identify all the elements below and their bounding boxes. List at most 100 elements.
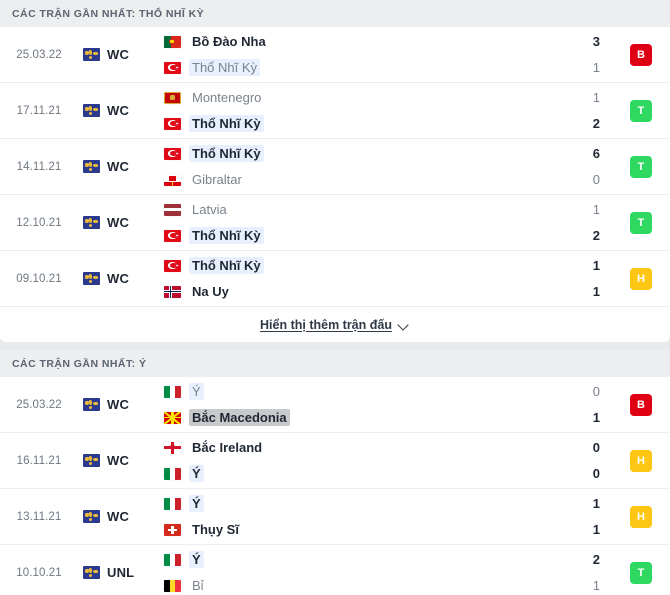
flag-italy-icon	[164, 467, 181, 480]
match-row[interactable]: 10.10.21 UNL Ý Bỉ 2 1 T	[0, 545, 670, 595]
result-badge: T	[630, 99, 652, 122]
match-row[interactable]: 12.10.21 WC Latvia Thổ Nhĩ Kỳ 1 2 T	[0, 195, 670, 251]
competition-cell[interactable]: UNL	[78, 545, 156, 595]
team-line-away[interactable]: Thụy Sĩ	[164, 521, 442, 538]
recent-matches-page: CÁC TRẬN GẦN NHẤT: THỔ NHĨ KỲ 25.03.22 WC B…	[0, 0, 670, 595]
recent-matches-section: CÁC TRẬN GẦN NHẤT: THỔ NHĨ KỲ 25.03.22 WC B…	[0, 0, 670, 342]
team-name[interactable]: Thổ Nhĩ Kỳ	[189, 257, 264, 274]
scores-cell: 11	[442, 251, 612, 306]
team-line-away[interactable]: Bỉ	[164, 577, 442, 594]
teams-cell: Ý Bỉ	[156, 545, 442, 595]
score-away: 2	[592, 116, 600, 131]
team-name[interactable]: Thổ Nhĩ Kỳ	[189, 227, 264, 244]
flag-turkey-icon	[164, 259, 181, 272]
team-line-away[interactable]: Thổ Nhĩ Kỳ	[164, 59, 442, 76]
team-name[interactable]: Ý	[189, 495, 204, 512]
match-date: 16.11.21	[16, 454, 62, 467]
team-name[interactable]: Bắc Ireland	[189, 439, 265, 456]
score-away: 1	[592, 522, 600, 537]
team-name[interactable]: Montenegro	[189, 89, 264, 106]
match-row[interactable]: 17.11.21 WC Montenegro Thổ Nhĩ Kỳ 1 2 T	[0, 83, 670, 139]
competition-label: WC	[107, 159, 130, 174]
match-row[interactable]: 14.11.21 WC Thổ Nhĩ Kỳ Gibraltar 6 0 T	[0, 139, 670, 195]
team-name[interactable]: Thụy Sĩ	[189, 521, 242, 538]
flag-italy-icon	[164, 553, 181, 566]
flag-portugal-icon	[164, 35, 181, 48]
chevron-down-icon[interactable]	[399, 321, 410, 328]
score-away: 0	[592, 172, 600, 187]
competition-cell[interactable]: WC	[78, 27, 156, 82]
match-date: 10.10.21	[16, 566, 62, 579]
competition-label: WC	[107, 215, 130, 230]
team-line-home[interactable]: Thổ Nhĩ Kỳ	[164, 257, 442, 274]
competition-label: WC	[107, 47, 130, 62]
team-name[interactable]: Bồ Đào Nha	[189, 33, 269, 50]
team-line-home[interactable]: Ý	[164, 383, 442, 400]
team-line-away[interactable]: Bắc Macedonia	[164, 409, 442, 426]
team-line-home[interactable]: Bồ Đào Nha	[164, 33, 442, 50]
competition-cell[interactable]: WC	[78, 139, 156, 194]
competition-cell[interactable]: WC	[78, 251, 156, 306]
result-badge: H	[630, 505, 652, 528]
match-date: 13.11.21	[16, 510, 62, 523]
flag-turkey-icon	[164, 61, 181, 74]
section-header: CÁC TRẬN GẦN NHẤT: Ý	[0, 350, 670, 377]
recent-matches-section: CÁC TRẬN GẦN NHẤT: Ý 25.03.22 WC Ý Bắc Maced…	[0, 350, 670, 595]
teams-cell: Montenegro Thổ Nhĩ Kỳ	[156, 83, 442, 138]
world-cup-icon	[83, 104, 100, 117]
match-row[interactable]: 16.11.21 WC Bắc Ireland Ý 0 0 H	[0, 433, 670, 489]
match-row[interactable]: 25.03.22 WC Bồ Đào Nha Thổ Nhĩ Kỳ 3 1 B	[0, 27, 670, 83]
team-name[interactable]: Thổ Nhĩ Kỳ	[189, 59, 261, 76]
team-line-away[interactable]: Thổ Nhĩ Kỳ	[164, 227, 442, 244]
match-row[interactable]: 09.10.21 WC Thổ Nhĩ Kỳ Na Uy 1 1 H	[0, 251, 670, 307]
competition-cell[interactable]: WC	[78, 489, 156, 544]
show-more-matches-button[interactable]: Hiển thị thêm trận đấu	[0, 307, 670, 342]
team-name[interactable]: Thổ Nhĩ Kỳ	[189, 145, 264, 162]
scores-cell: 12	[442, 83, 612, 138]
team-name[interactable]: Na Uy	[189, 283, 232, 300]
match-row[interactable]: 13.11.21 WC Ý Thụy Sĩ 1 1 H	[0, 489, 670, 545]
competition-cell[interactable]: WC	[78, 195, 156, 250]
team-line-home[interactable]: Thổ Nhĩ Kỳ	[164, 145, 442, 162]
team-line-home[interactable]: Bắc Ireland	[164, 439, 442, 456]
result-cell: T	[612, 83, 670, 138]
score-away: 1	[592, 284, 600, 299]
match-date: 25.03.22	[16, 398, 62, 411]
match-date: 09.10.21	[16, 272, 62, 285]
team-line-home[interactable]: Montenegro	[164, 89, 442, 106]
competition-label: UNL	[107, 565, 135, 580]
team-name[interactable]: Bắc Macedonia	[189, 409, 290, 426]
competition-cell[interactable]: WC	[78, 377, 156, 432]
flag-latvia-icon	[164, 203, 181, 216]
result-cell: H	[612, 433, 670, 488]
flag-italy-icon	[164, 497, 181, 510]
team-line-home[interactable]: Latvia	[164, 201, 442, 218]
flag-switzerland-icon	[164, 523, 181, 536]
score-away: 0	[592, 466, 600, 481]
scores-cell: 21	[442, 545, 612, 595]
competition-cell[interactable]: WC	[78, 83, 156, 138]
section-title: CÁC TRẬN GẦN NHẤT: THỔ NHĨ KỲ	[12, 7, 205, 20]
result-cell: B	[612, 377, 670, 432]
competition-cell[interactable]: WC	[78, 433, 156, 488]
score-home: 1	[592, 258, 600, 273]
team-name[interactable]: Latvia	[189, 201, 230, 218]
team-name[interactable]: Bỉ	[189, 577, 207, 594]
team-name[interactable]: Gibraltar	[189, 171, 245, 188]
team-name[interactable]: Ý	[189, 383, 204, 400]
team-line-away[interactable]: Ý	[164, 465, 442, 482]
team-line-away[interactable]: Gibraltar	[164, 171, 442, 188]
team-line-home[interactable]: Ý	[164, 551, 442, 568]
show-more-label[interactable]: Hiển thị thêm trận đấu	[260, 318, 392, 332]
flag-north-macedonia-icon	[164, 411, 181, 424]
team-line-home[interactable]: Ý	[164, 495, 442, 512]
team-name[interactable]: Ý	[189, 551, 204, 568]
flag-montenegro-icon	[164, 91, 181, 104]
score-home: 0	[592, 440, 600, 455]
match-row[interactable]: 25.03.22 WC Ý Bắc Macedonia 0 1 B	[0, 377, 670, 433]
teams-cell: Ý Thụy Sĩ	[156, 489, 442, 544]
team-line-away[interactable]: Thổ Nhĩ Kỳ	[164, 115, 442, 132]
team-name[interactable]: Thổ Nhĩ Kỳ	[189, 115, 264, 132]
team-line-away[interactable]: Na Uy	[164, 283, 442, 300]
team-name[interactable]: Ý	[189, 465, 204, 482]
